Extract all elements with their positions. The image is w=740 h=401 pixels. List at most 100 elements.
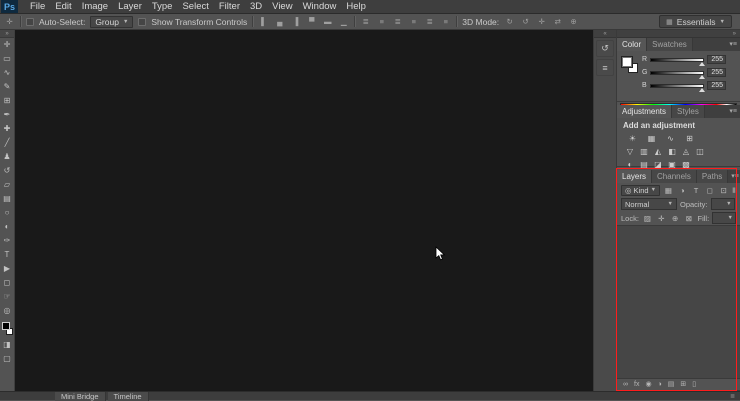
tool-lasso[interactable]: ∿ — [0, 66, 15, 80]
align-bottom-icon[interactable]: ▁ — [338, 16, 349, 28]
selective-color-icon[interactable]: ▣ — [665, 160, 679, 169]
blue-value[interactable]: 255 — [707, 81, 726, 90]
panel-color-swatch[interactable] — [621, 56, 641, 76]
tab-styles[interactable]: Styles — [672, 105, 705, 118]
threshold-icon[interactable]: ◪ — [651, 160, 665, 169]
fill-field[interactable]: ▼ — [712, 212, 736, 224]
tool-brush[interactable]: ╱ — [0, 136, 15, 150]
tool-crop[interactable]: ⊞ — [0, 94, 15, 108]
history-panel-icon[interactable]: ↺ — [596, 40, 614, 57]
layer-filtering-toggle[interactable]: ▮ — [732, 186, 736, 194]
panel-menu-icon[interactable]: ▾≡ — [726, 105, 740, 118]
show-transform-checkbox[interactable] — [138, 17, 147, 26]
tab-timeline[interactable]: Timeline — [107, 391, 149, 401]
lock-all-icon[interactable]: ⊠ — [684, 214, 695, 223]
slider-handle[interactable] — [699, 87, 705, 92]
menu-item-image[interactable]: Image — [77, 0, 113, 14]
tool-marquee[interactable]: ▭ — [0, 52, 15, 66]
tool-zoom[interactable]: ◎ — [0, 304, 15, 318]
channel-mixer-icon[interactable]: ◫ — [693, 147, 707, 156]
tool-hand[interactable]: ☞ — [0, 290, 15, 304]
menu-item-type[interactable]: Type — [147, 0, 178, 14]
tool-blur[interactable]: ○ — [0, 206, 15, 220]
tool-shape[interactable]: ◻ — [0, 276, 15, 290]
invert-icon[interactable]: ◐ — [623, 160, 637, 169]
red-slider[interactable] — [650, 57, 705, 66]
lock-pixels-icon[interactable]: ✛ — [656, 214, 667, 223]
blue-slider[interactable] — [650, 83, 705, 92]
align-left-icon[interactable]: ▌ — [258, 16, 269, 28]
properties-panel-icon[interactable]: ≡ — [596, 59, 614, 76]
filter-adjustment-layers-icon[interactable]: ◑ — [677, 186, 688, 195]
photo-filter-icon[interactable]: ◬ — [679, 147, 693, 156]
foreground-swatch[interactable] — [621, 56, 633, 68]
panel-menu-icon[interactable]: ▾≡ — [726, 38, 740, 51]
color-swatches[interactable] — [0, 320, 15, 338]
3d-slide-icon[interactable]: ⇄ — [552, 16, 563, 28]
adjustment-layer-icon[interactable]: ◑ — [658, 379, 662, 390]
delete-layer-icon[interactable]: ▯ — [692, 379, 696, 390]
tab-adjustments[interactable]: Adjustments — [617, 105, 673, 118]
tab-mini-bridge[interactable]: Mini Bridge — [55, 391, 106, 401]
tool-quick-selection[interactable]: ✎ — [0, 80, 15, 94]
distribute-left-icon[interactable]: ≡ — [408, 16, 419, 28]
tab-color[interactable]: Color — [617, 38, 648, 51]
tool-gradient[interactable]: ▤ — [0, 192, 15, 206]
align-top-icon[interactable]: ▀ — [306, 16, 317, 28]
tool-eyedropper[interactable]: ✒ — [0, 108, 15, 122]
menu-item-file[interactable]: File — [25, 0, 50, 14]
menu-item-layer[interactable]: Layer — [113, 0, 147, 14]
tab-channels[interactable]: Channels — [652, 170, 697, 183]
distribute-vcenter-icon[interactable]: ≡ — [376, 16, 387, 28]
tool-type[interactable]: T — [0, 248, 15, 262]
tool-clone-stamp[interactable]: ♟ — [0, 150, 15, 164]
tool-eraser[interactable]: ▱ — [0, 178, 15, 192]
curves-icon[interactable]: ∿ — [661, 134, 680, 143]
new-layer-icon[interactable]: ⊞ — [680, 379, 686, 390]
levels-icon[interactable]: ▦ — [642, 134, 661, 143]
distribute-top-icon[interactable]: ≣ — [360, 16, 371, 28]
3d-drag-icon[interactable]: ✛ — [536, 16, 547, 28]
workspace-switcher-button[interactable]: ▦ Essentials ▼ — [659, 15, 732, 28]
tool-dodge[interactable]: ◐ — [0, 220, 15, 234]
posterize-icon[interactable]: ▤ — [637, 160, 651, 169]
gradient-map-icon[interactable]: ▩ — [679, 160, 693, 169]
filter-type-layers-icon[interactable]: T — [691, 186, 702, 195]
slider-handle[interactable] — [699, 61, 705, 66]
menu-item-3d[interactable]: 3D — [245, 0, 267, 14]
filter-smart-objects-icon[interactable]: ⊡ — [718, 186, 729, 195]
brightness-contrast-icon[interactable]: ☀ — [623, 134, 642, 143]
green-slider[interactable] — [650, 70, 705, 79]
tool-pen[interactable]: ✑ — [0, 234, 15, 248]
3d-roll-icon[interactable]: ↺ — [520, 16, 531, 28]
menu-item-filter[interactable]: Filter — [214, 0, 245, 14]
menu-item-help[interactable]: Help — [341, 0, 371, 14]
color-balance-icon[interactable]: ◭ — [651, 147, 665, 156]
panel-dock-collapse-icon[interactable]: » — [617, 30, 740, 38]
3d-rotate-icon[interactable]: ↻ — [504, 16, 515, 28]
menu-item-select[interactable]: Select — [177, 0, 213, 14]
hue-saturation-icon[interactable]: ▥ — [637, 147, 651, 156]
tab-layers[interactable]: Layers — [617, 170, 653, 183]
lock-transparency-icon[interactable]: ▨ — [642, 214, 653, 223]
menu-item-view[interactable]: View — [267, 0, 297, 14]
foreground-color-swatch[interactable] — [1, 322, 10, 330]
layer-style-icon[interactable]: fx — [634, 379, 639, 390]
menu-item-edit[interactable]: Edit — [50, 0, 76, 14]
resize-grip-icon[interactable]: ≣ — [730, 393, 735, 400]
tool-path-selection[interactable]: ▶ — [0, 262, 15, 276]
filter-shape-layers-icon[interactable]: ◻ — [705, 186, 716, 195]
align-hcenter-icon[interactable]: ▄ — [274, 16, 285, 28]
tab-paths[interactable]: Paths — [696, 170, 729, 183]
tab-swatches[interactable]: Swatches — [647, 38, 693, 51]
dock-collapse-icon[interactable]: « — [594, 30, 616, 38]
green-value[interactable]: 255 — [707, 68, 726, 77]
link-layers-icon[interactable]: ∞ — [623, 379, 628, 390]
distribute-hcenter-icon[interactable]: ≣ — [424, 16, 435, 28]
tool-move[interactable]: ✛ — [0, 38, 15, 52]
screen-mode-icon[interactable]: ▢ — [0, 352, 15, 366]
filter-kind-dropdown[interactable]: ◎ Kind ▼ — [621, 184, 661, 196]
distribute-bottom-icon[interactable]: ≣ — [392, 16, 403, 28]
vibrance-icon[interactable]: ▽ — [623, 147, 637, 156]
slider-handle[interactable] — [699, 74, 705, 79]
